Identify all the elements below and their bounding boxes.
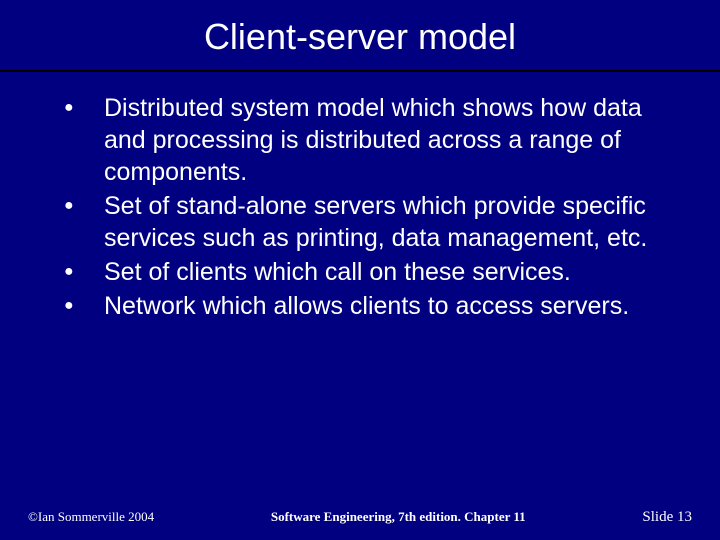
list-item: ● Set of stand-alone servers which provi… (60, 190, 680, 254)
bullet-icon: ● (60, 190, 104, 222)
list-item: ● Set of clients which call on these ser… (60, 256, 680, 288)
slide: Client-server model ● Distributed system… (0, 0, 720, 540)
body-area: ● Distributed system model which shows h… (0, 72, 720, 322)
footer-copyright: ©Ian Sommerville 2004 (28, 509, 154, 525)
footer: ©Ian Sommerville 2004 Software Engineeri… (0, 509, 720, 526)
bullet-text: Distributed system model which shows how… (104, 92, 680, 188)
bullet-list: ● Distributed system model which shows h… (60, 92, 680, 322)
footer-chapter: Software Engineering, 7th edition. Chapt… (154, 509, 642, 525)
list-item: ● Distributed system model which shows h… (60, 92, 680, 188)
slide-title: Client-server model (0, 16, 720, 58)
title-area: Client-server model (0, 0, 720, 58)
bullet-text: Network which allows clients to access s… (104, 290, 680, 322)
bullet-text: Set of stand-alone servers which provide… (104, 190, 680, 254)
bullet-icon: ● (60, 256, 104, 288)
bullet-icon: ● (60, 92, 104, 124)
bullet-text: Set of clients which call on these servi… (104, 256, 680, 288)
bullet-icon: ● (60, 290, 104, 322)
list-item: ● Network which allows clients to access… (60, 290, 680, 322)
footer-slide-number: Slide 13 (642, 509, 692, 526)
